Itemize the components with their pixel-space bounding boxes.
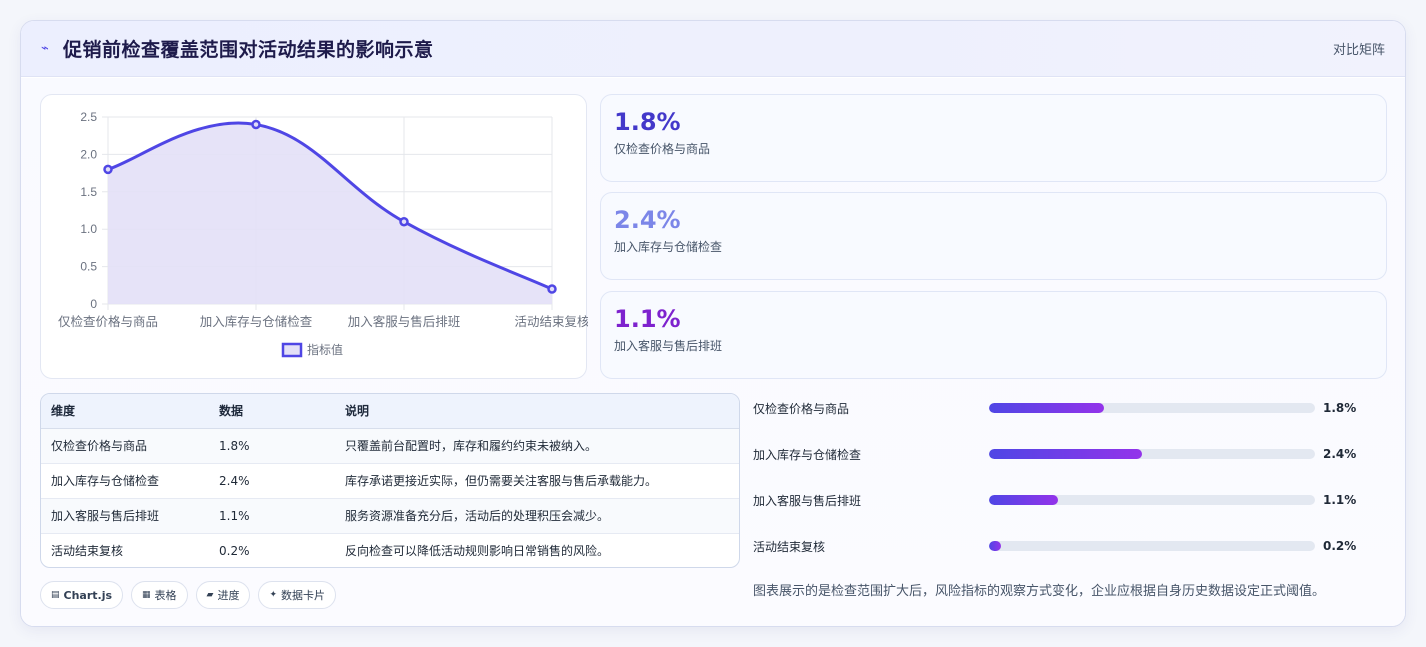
- y-tick-label: 0.5: [80, 260, 97, 274]
- y-tick-label: 2.0: [80, 147, 97, 161]
- col-header-data: 数据: [209, 394, 335, 429]
- chart-panel: 0 0.5 1.0 1.5 2.0 2.5 仅检查价格与商品 加入库存与仓储检查 加入客服与售后…: [40, 94, 588, 379]
- y-tick-label: 2.5: [80, 110, 97, 124]
- cell-data: 1.8%: [209, 428, 335, 464]
- page-title: 促销前检查覆盖范围对活动结果的影响示意: [63, 39, 434, 61]
- progress-row: 活动结束复核 0.2%: [753, 536, 1373, 556]
- chip-label: 表格: [154, 589, 177, 602]
- kpi-value: 2.4%: [614, 206, 681, 234]
- x-tick-label: 仅检查价格与商品: [58, 314, 158, 329]
- progress-track: [989, 403, 1315, 413]
- progress-fill: [989, 495, 1059, 505]
- legend-label: 指标值: [307, 342, 343, 357]
- x-tick-label: 加入客服与售后排班: [348, 314, 461, 329]
- progress-fill: [989, 403, 1104, 413]
- data-table-panel: 维度 数据 说明 仅检查价格与商品 1.8% 只覆盖前台配置时，库存和履约约束未…: [40, 393, 740, 568]
- chart-icon: ▤: [51, 590, 60, 600]
- card-header: ⌁ 促销前检查覆盖范围对活动结果的影响示意 对比矩阵: [21, 21, 1405, 77]
- progress-row: 加入库存与仓储检查 2.4%: [753, 444, 1373, 464]
- progress-track: [989, 449, 1315, 459]
- footnote: 图表展示的是检查范围扩大后，风险指标的观察方式变化，企业应根据自身历史数据设定正…: [753, 584, 1326, 599]
- cell-dimension: 活动结束复核: [51, 544, 124, 559]
- progress-row: 加入客服与售后排班 1.1%: [753, 490, 1373, 510]
- data-point: [103, 164, 113, 175]
- cell-data: 2.4%: [209, 463, 335, 499]
- progress-value: 1.1%: [1323, 493, 1357, 507]
- kpi-label: 加入客服与售后排班: [614, 339, 723, 353]
- kpi-card: 2.4% 加入库存与仓储检查: [600, 192, 1387, 280]
- cell-data: 0.2%: [219, 543, 250, 558]
- chip-label: 数据卡片: [281, 589, 326, 602]
- progress-label: 仅检查价格与商品: [753, 401, 850, 416]
- table-row: 仅检查价格与商品 1.8% 只覆盖前台配置时，库存和履约约束未被纳入。: [41, 428, 739, 464]
- progress-icon: ▰: [206, 590, 214, 600]
- kpi-value: 1.8%: [614, 108, 681, 136]
- table-row: 加入库存与仓储检查 2.4% 库存承诺更接近实际，但仍需要关注客服与售后承载能力…: [41, 463, 739, 499]
- data-table: 维度 数据 说明 仅检查价格与商品 1.8% 只覆盖前台配置时，库存和履约约束未…: [41, 394, 739, 567]
- kpi-label: 加入库存与仓储检查: [614, 240, 723, 254]
- title-wrap: ⌁ 促销前检查覆盖范围对活动结果的影响示意: [41, 35, 434, 62]
- col-header-description: 说明: [335, 394, 739, 429]
- cell-data: 1.1%: [209, 498, 335, 534]
- kpi-card: 1.1% 加入客服与售后排班: [600, 291, 1387, 379]
- chip-table[interactable]: ▦ 表格: [131, 581, 188, 609]
- x-tick-label: 加入库存与仓储检查: [200, 314, 313, 329]
- sparkle-icon: ✦: [269, 590, 278, 600]
- tag-chips: ▤ Chart.js ▦ 表格 ▰ 进度 ✦ 数据卡片: [40, 581, 337, 609]
- table-header-row: 维度 数据 说明: [41, 394, 739, 429]
- chip-label: 进度: [217, 589, 240, 602]
- progress-fill: [989, 541, 1001, 551]
- table-row: 活动结束复核 0.2% 反向检查可以降低活动规则影响日常销售的风险。: [41, 533, 739, 567]
- progress-track: [989, 541, 1315, 551]
- data-point: [547, 284, 557, 294]
- y-tick-label: 1.5: [80, 185, 97, 199]
- area-fill: [108, 122, 552, 304]
- data-point: [251, 119, 261, 130]
- x-tick-label: 活动结束复核: [514, 314, 588, 329]
- progress-value: 0.2%: [1323, 539, 1357, 553]
- progress-track: [989, 495, 1315, 505]
- chip-chartjs[interactable]: ▤ Chart.js: [40, 581, 124, 609]
- y-tick-label: 0: [90, 297, 97, 311]
- cell-dimension: 加入库存与仓储检查: [41, 463, 209, 499]
- cell-description: 服务资源准备充分后，活动后的处理积压会减少。: [335, 498, 739, 534]
- progress-label: 加入库存与仓储检查: [753, 447, 862, 462]
- line-chart: 0 0.5 1.0 1.5 2.0 2.5 仅检查价格与商品 加入库存与仓储检查 加入客服与售后…: [58, 110, 588, 358]
- y-tick-label: 1.0: [80, 222, 97, 236]
- kpi-value: 1.1%: [614, 305, 681, 333]
- chip-progress[interactable]: ▰ 进度: [195, 581, 251, 609]
- progress-value: 2.4%: [1323, 447, 1357, 461]
- chip-label: Chart.js: [63, 588, 113, 602]
- cell-description: 只覆盖前台配置时，库存和履约约束未被纳入。: [335, 428, 739, 464]
- col-header-dimension: 维度: [41, 394, 209, 429]
- legend-swatch: [281, 342, 303, 358]
- progress-fill: [989, 449, 1142, 459]
- data-point: [399, 216, 409, 227]
- kpi-label: 仅检查价格与商品: [614, 142, 711, 156]
- table-row: 加入客服与售后排班 1.1% 服务资源准备充分后，活动后的处理积压会减少。: [41, 498, 739, 534]
- cell-dimension: 加入客服与售后排班: [41, 498, 209, 534]
- progress-value: 1.8%: [1323, 401, 1357, 415]
- cell-description: 反向检查可以降低活动规则影响日常销售的风险。: [345, 544, 610, 559]
- cell-dimension: 仅检查价格与商品: [41, 428, 209, 464]
- trend-icon: ⌁: [41, 41, 49, 56]
- kpi-card: 1.8% 仅检查价格与商品: [600, 94, 1387, 182]
- table-icon: ▦: [142, 590, 151, 600]
- main-card: ⌁ 促销前检查覆盖范围对活动结果的影响示意 对比矩阵 0 0.5 1.0 1.5 2.0…: [20, 20, 1406, 627]
- content-area: 0 0.5 1.0 1.5 2.0 2.5 仅检查价格与商品 加入库存与仓储检查 加入客服与售后…: [21, 78, 1405, 626]
- progress-label: 活动结束复核: [753, 539, 826, 554]
- header-label: 对比矩阵: [1332, 43, 1385, 58]
- progress-label: 加入客服与售后排班: [753, 493, 862, 508]
- cell-description: 库存承诺更接近实际，但仍需要关注客服与售后承载能力。: [335, 463, 739, 499]
- chip-data-cards[interactable]: ✦ 数据卡片: [258, 581, 337, 609]
- progress-row: 仅检查价格与商品 1.8%: [753, 398, 1373, 418]
